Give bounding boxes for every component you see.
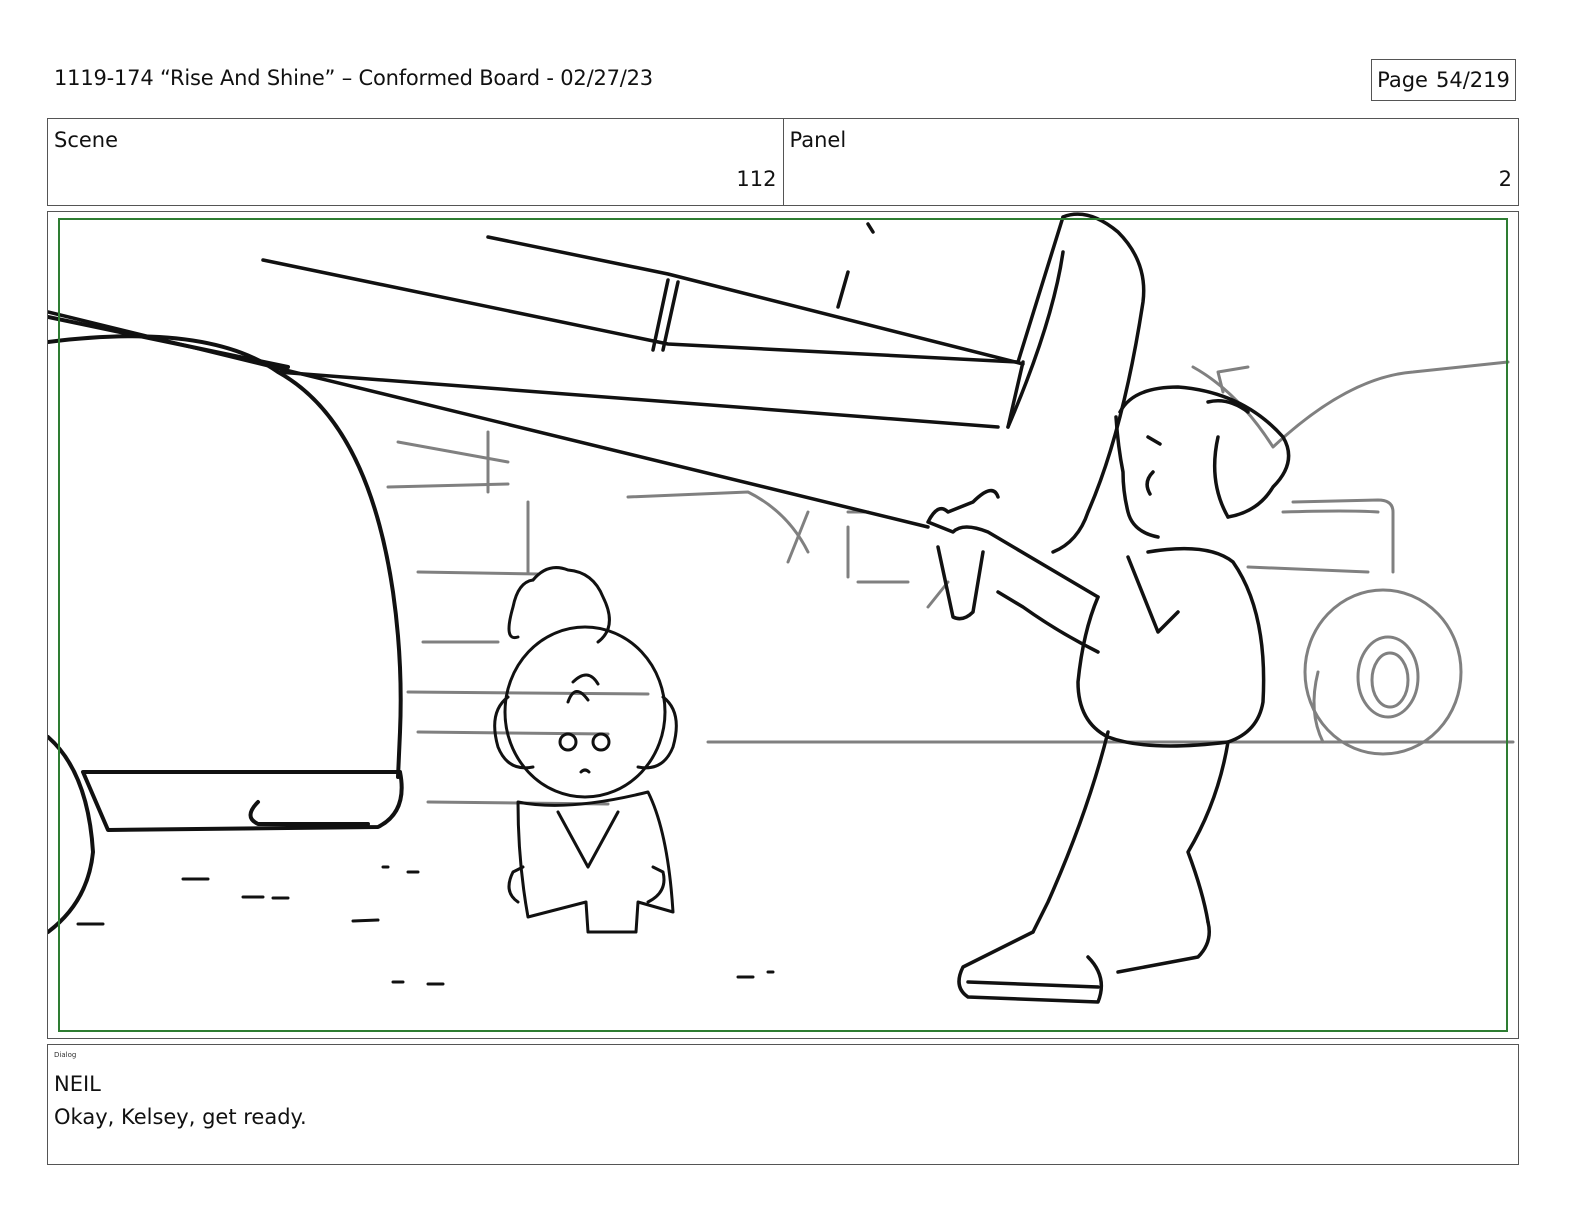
storyboard-panel	[47, 211, 1519, 1039]
lifted-object-sketch	[48, 212, 1146, 621]
panel-label: Panel	[789, 128, 847, 152]
scene-label: Scene	[54, 128, 119, 152]
scene-number: 112	[736, 167, 777, 191]
neil-sketch	[926, 385, 1291, 1004]
dialog-speaker: NEIL	[54, 1072, 101, 1096]
safe-area-frame	[58, 218, 1508, 1032]
kelsey-sketch	[493, 566, 678, 934]
dialog-box: Dialog NEIL Okay, Kelsey, get ready.	[47, 1044, 1519, 1165]
panel-drawing	[48, 212, 1515, 1032]
background-sketch	[386, 360, 1515, 806]
panel-number: 2	[1498, 167, 1512, 191]
page-indicator: Page 54/219	[1371, 59, 1516, 101]
ground-marks-sketch	[76, 865, 775, 986]
scene-cell: Scene 112	[48, 119, 783, 205]
scene-panel-info: Scene 112 Panel 2	[47, 118, 1519, 206]
board-title: 1119-174 “Rise And Shine” – Conformed Bo…	[54, 66, 653, 90]
car-sketch	[48, 315, 404, 934]
dialog-label: Dialog	[54, 1051, 77, 1059]
page-label: Page	[1377, 68, 1428, 92]
panel-cell: Panel 2	[782, 119, 1519, 205]
dialog-line: Okay, Kelsey, get ready.	[54, 1105, 307, 1129]
page-number: 54/219	[1435, 68, 1510, 92]
